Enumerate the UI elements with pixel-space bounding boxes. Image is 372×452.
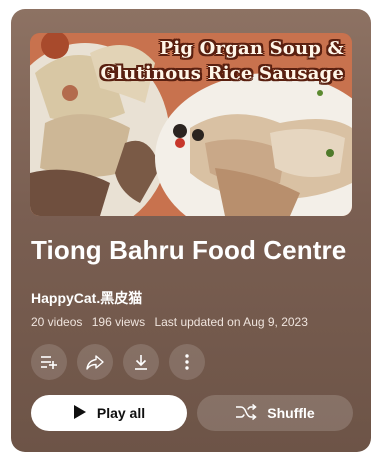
last-updated: Last updated on Aug 9, 2023 (154, 315, 308, 329)
add-to-queue-icon (39, 352, 59, 372)
download-button[interactable] (123, 344, 159, 380)
view-count: 196 views (91, 315, 146, 329)
food-photo-image (30, 33, 352, 216)
shuffle-icon (235, 403, 257, 424)
download-icon (131, 352, 151, 372)
playlist-header-card: Pig Organ Soup & Glutinous Rice Sausage … (11, 9, 371, 452)
add-to-queue-button[interactable] (31, 344, 67, 380)
video-count: 20 videos (31, 315, 83, 329)
shuffle-button[interactable]: Shuffle (197, 395, 353, 431)
playlist-thumbnail[interactable]: Pig Organ Soup & Glutinous Rice Sausage (30, 33, 352, 216)
play-all-button[interactable]: Play all (31, 395, 187, 431)
share-icon (85, 352, 105, 372)
more-actions-button[interactable] (169, 344, 205, 380)
play-all-label: Play all (96, 405, 146, 421)
channel-name-link[interactable]: HappyCat.黑皮猫 (31, 288, 142, 308)
play-icon (73, 404, 87, 423)
more-vert-icon (177, 352, 197, 372)
thumbnail-caption-line1: Pig Organ Soup & (159, 38, 344, 59)
thumbnail-caption-line2: Glutinous Rice Sausage (100, 63, 344, 84)
playlist-metadata: 20 videos 196 views Last updated on Aug … (31, 315, 314, 329)
playlist-title: Tiong Bahru Food Centre (31, 235, 347, 265)
share-button[interactable] (77, 344, 113, 380)
shuffle-label: Shuffle (267, 405, 315, 421)
